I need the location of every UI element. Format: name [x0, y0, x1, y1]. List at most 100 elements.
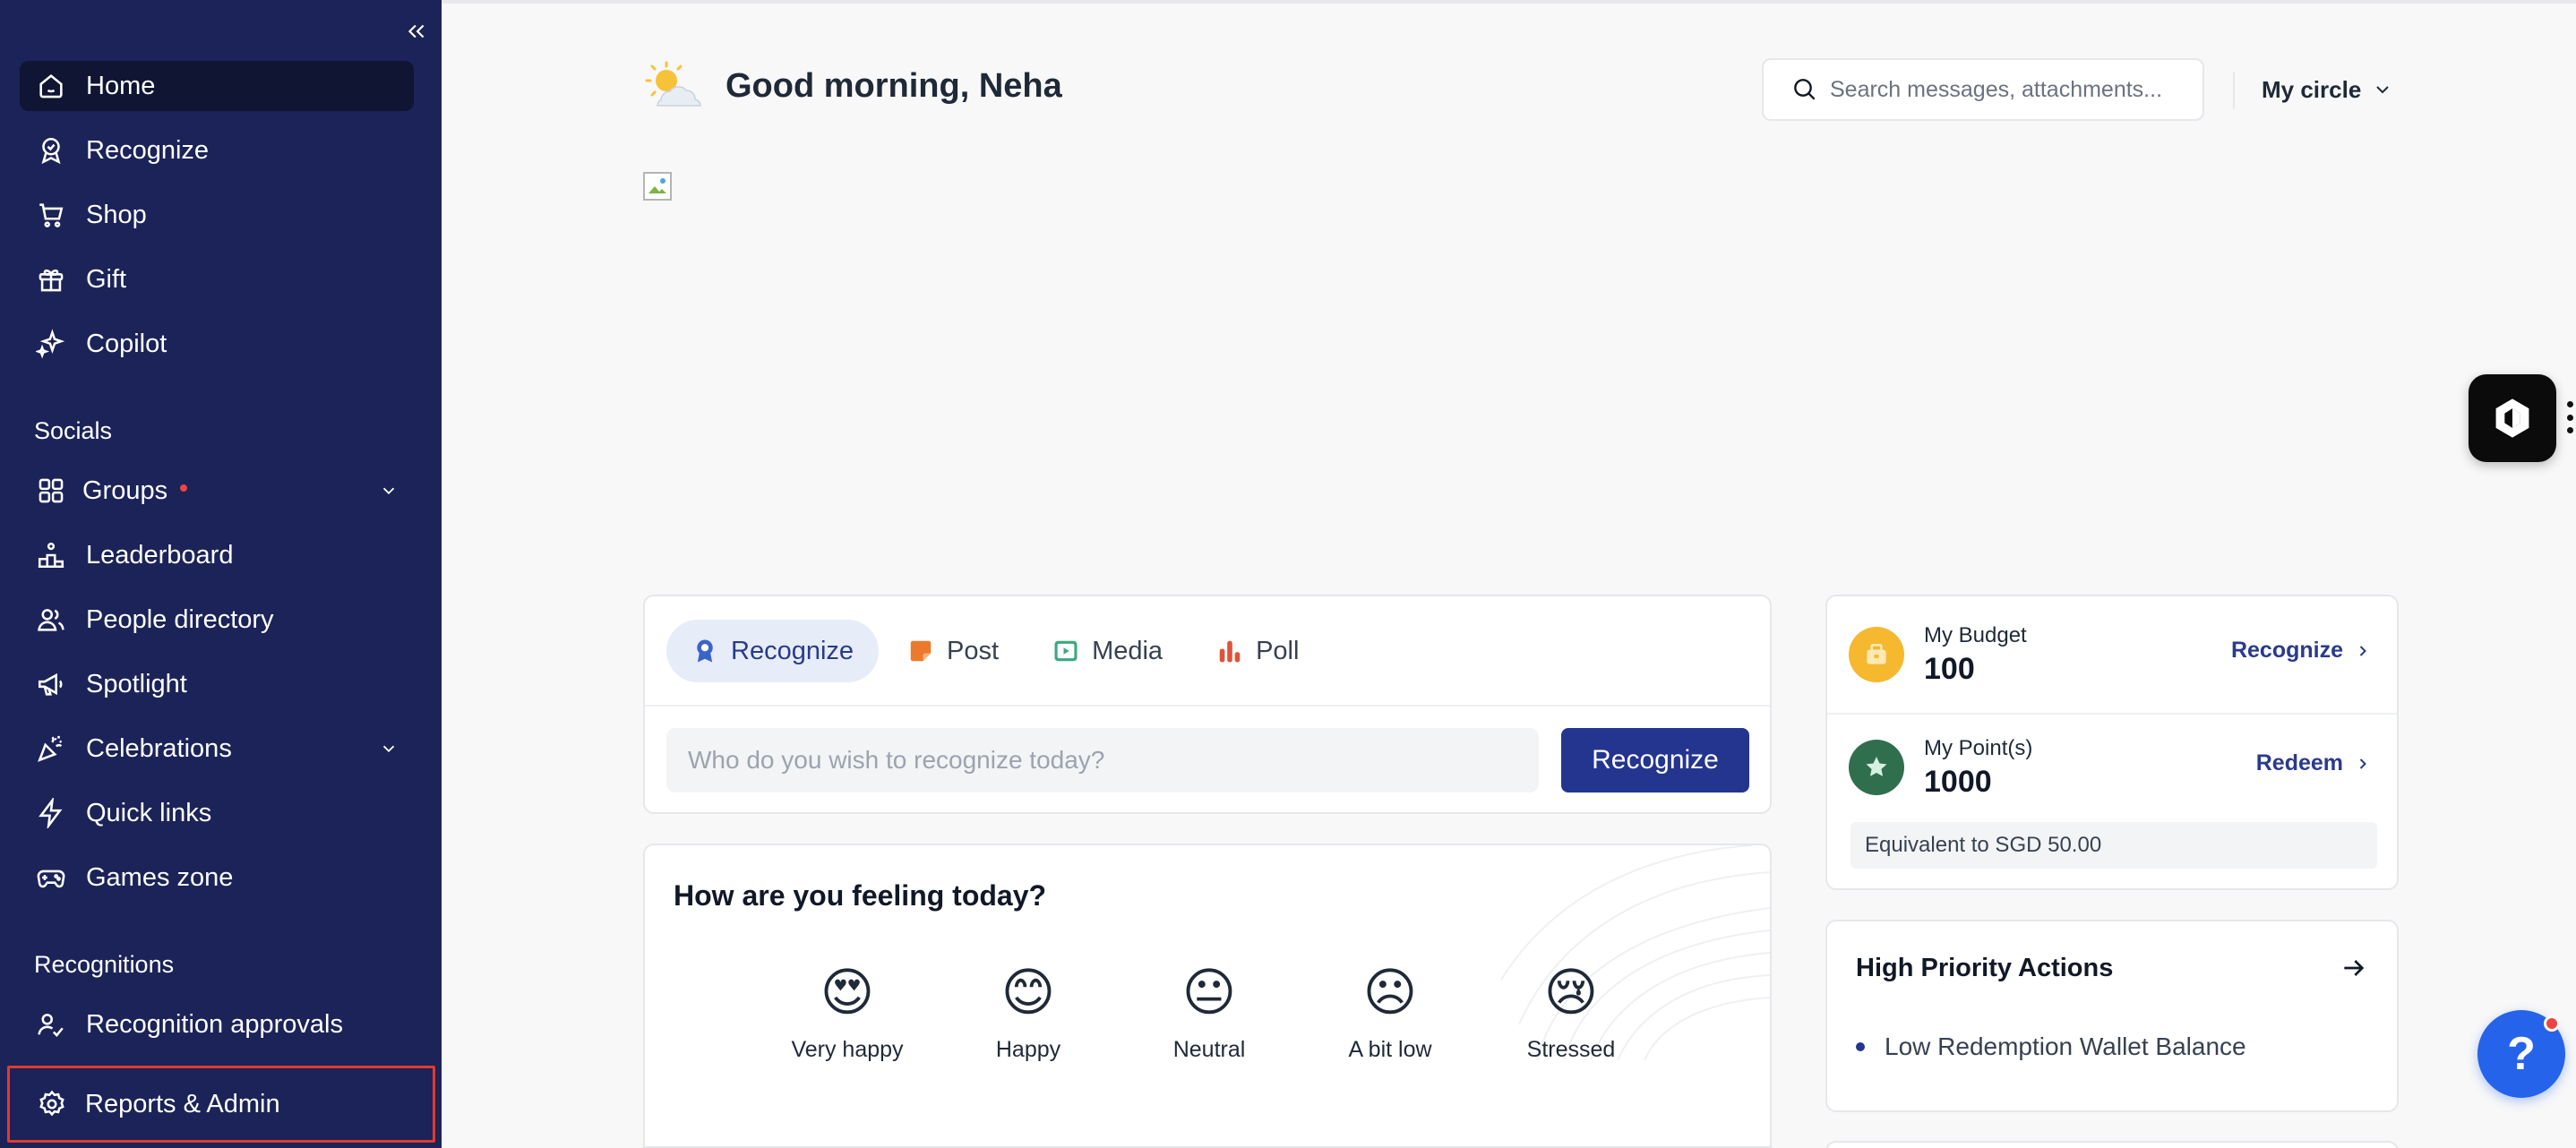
equivalent-text: Equivalent to SGD 50.00: [1865, 833, 2102, 857]
mood-label: A bit low: [1348, 1037, 1432, 1062]
sidebar-item-label: Leaderboard: [86, 540, 234, 570]
question-mark-icon: ?: [2507, 1028, 2536, 1080]
collapse-sidebar-button[interactable]: [401, 16, 432, 47]
user-check-icon: [34, 1007, 68, 1041]
crying-face-icon: 😢: [1543, 964, 1599, 1022]
redeem-link[interactable]: Redeem: [2256, 750, 2372, 776]
sidebar-item-spotlight[interactable]: Spotlight: [20, 659, 414, 709]
sidebar-item-leaderboard[interactable]: Leaderboard: [20, 530, 414, 580]
sidebar-item-shop[interactable]: Shop: [20, 190, 414, 240]
chevron-down-icon[interactable]: [376, 736, 401, 761]
tab-label: Poll: [1256, 636, 1300, 665]
socials-heading: Socials: [34, 417, 113, 444]
mood-label: Very happy: [791, 1037, 904, 1062]
arrow-right-icon[interactable]: [2338, 952, 2370, 984]
mood-very-happy[interactable]: 😍 Very happy: [758, 962, 937, 1063]
megaphone-icon: [34, 667, 68, 701]
sidebar-item-label: Gift: [86, 264, 127, 294]
mood-title: How are you feeling today?: [674, 879, 1047, 912]
double-chevron-left-icon: [408, 24, 425, 39]
frown-icon: ☹: [1362, 964, 1418, 1022]
compose-tabs: Recognize Post Media Poll: [666, 620, 1327, 682]
people-icon: [34, 603, 68, 637]
home-icon: [34, 69, 68, 103]
sidebar-item-recognize[interactable]: Recognize: [20, 125, 414, 176]
chevron-down-icon[interactable]: [376, 478, 401, 503]
compose-card: Recognize Post Media Poll Who do you wis…: [643, 595, 1772, 814]
search-input[interactable]: Search messages, attachments...: [1762, 58, 2204, 121]
chevron-right-icon: [2359, 758, 2366, 769]
top-divider: [442, 0, 2576, 4]
bolt-icon: [34, 796, 68, 830]
tab-post[interactable]: Post: [882, 620, 1024, 682]
action-item-label: Low Redemption Wallet Balance: [1885, 1032, 2246, 1060]
sidebar-item-label: Recognize: [86, 135, 210, 165]
redeem-label: Redeem: [2255, 750, 2343, 775]
sidebar-item-label: Home: [86, 71, 156, 100]
greeting-text: Good morning, Neha: [726, 66, 1062, 105]
sparkle-icon: [34, 327, 68, 361]
tab-media[interactable]: Media: [1027, 620, 1188, 682]
chevron-right-icon: [2359, 645, 2366, 656]
recognize-who-input[interactable]: Who do you wish to recognize today?: [666, 728, 1539, 792]
mood-a-bit-low[interactable]: ☹ A bit low: [1301, 962, 1480, 1063]
note-icon: [907, 638, 934, 664]
header-divider: [2233, 72, 2235, 109]
sidebar-item-games-zone[interactable]: Games zone: [20, 852, 414, 903]
my-circle-dropdown[interactable]: My circle: [2262, 72, 2393, 107]
assistant-launcher-button[interactable]: [2469, 374, 2556, 462]
sidebar-item-label: People directory: [86, 604, 274, 634]
ribbon-icon: [691, 638, 718, 664]
bullet-icon: [1856, 1042, 1865, 1051]
sidebar-item-label: Copilot: [86, 329, 167, 358]
sidebar-item-copilot[interactable]: Copilot: [20, 319, 414, 369]
broken-image-icon: [643, 172, 672, 201]
gift-icon: [34, 262, 68, 296]
mood-label: Happy: [995, 1037, 1061, 1062]
sidebar-item-recognition-approvals[interactable]: Recognition approvals: [20, 999, 414, 1049]
next-card: [1825, 1141, 2399, 1148]
gear-icon: [35, 1087, 69, 1121]
tab-poll[interactable]: Poll: [1191, 620, 1324, 682]
action-item[interactable]: Low Redemption Wallet Balance: [1856, 1032, 2246, 1061]
sidebar-item-reports-admin[interactable]: Reports & Admin: [7, 1066, 435, 1143]
badge-icon: [34, 133, 68, 167]
heart-eyes-icon: 😍: [820, 964, 875, 1022]
tab-label: Post: [947, 636, 1000, 665]
mood-happy[interactable]: 😊 Happy: [939, 962, 1118, 1063]
search-placeholder: Search messages, attachments...: [1830, 76, 2163, 102]
grid-icon: [34, 474, 68, 508]
mood-label: Neutral: [1172, 1037, 1246, 1062]
sidebar-item-label: Spotlight: [86, 669, 187, 698]
sidebar-item-home[interactable]: Home: [20, 61, 414, 111]
sidebar-item-label: Reports & Admin: [85, 1089, 280, 1118]
mood-stressed[interactable]: 😢 Stressed: [1481, 962, 1661, 1063]
neutral-face-icon: 😐: [1181, 964, 1237, 1022]
wallet-card: My Budget 100 Recognize My Point(s) 1000…: [1825, 595, 2399, 890]
help-button[interactable]: ?: [2477, 1010, 2565, 1098]
equivalent-value: Equivalent to SGD 50.00: [1850, 822, 2377, 869]
sidebar-item-gift[interactable]: Gift: [20, 254, 414, 304]
mood-neutral[interactable]: 😐 Neutral: [1120, 962, 1299, 1063]
budget-action-label: Recognize: [2230, 638, 2343, 663]
my-circle-label: My circle: [2262, 75, 2362, 103]
podium-icon: [34, 538, 68, 572]
high-priority-title: High Priority Actions: [1856, 954, 2114, 982]
points-value: 1000: [1924, 764, 1992, 799]
tab-recognize[interactable]: Recognize: [666, 620, 880, 682]
mood-card: How are you feeling today? 😍 Very happy …: [643, 844, 1772, 1148]
wallet-icon: [1849, 627, 1904, 682]
sidebar-item-celebrations[interactable]: Celebrations: [20, 724, 414, 774]
star-icon: [1849, 740, 1904, 795]
points-row: My Point(s) 1000 Redeem: [1849, 727, 2379, 808]
sidebar-item-people-directory[interactable]: People directory: [20, 595, 414, 645]
drag-handle-icon[interactable]: [2565, 401, 2574, 433]
sidebar-item-label: Celebrations: [86, 733, 232, 763]
budget-recognize-link[interactable]: Recognize: [2231, 638, 2372, 664]
sidebar-item-groups[interactable]: Groups: [20, 466, 414, 516]
sidebar-item-label: Quick links: [86, 798, 212, 827]
budget-label: My Budget: [1924, 622, 2027, 647]
recognize-submit-button[interactable]: Recognize: [1561, 728, 1749, 792]
sidebar-item-quick-links[interactable]: Quick links: [20, 788, 414, 838]
hexagon-logo-icon: [2495, 398, 2529, 438]
